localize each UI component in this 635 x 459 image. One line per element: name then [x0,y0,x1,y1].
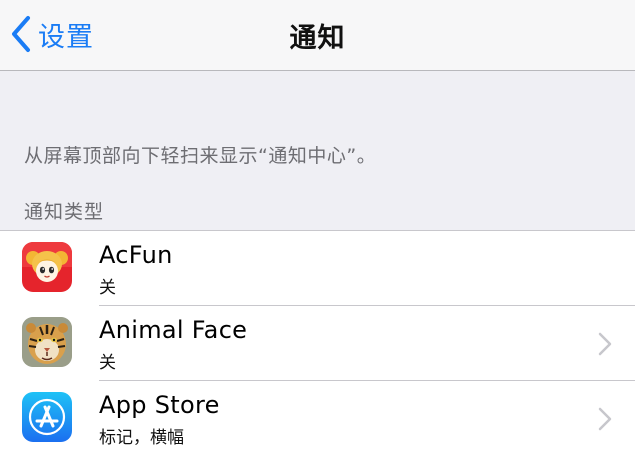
chevron-right-icon [598,332,612,356]
app-list: AcFun 关 Animal Face 关 App Store 标记，横幅 [0,230,635,459]
app-store-icon [22,392,72,442]
list-item-acfun[interactable]: AcFun 关 [0,231,635,306]
page-title: 通知 [289,23,346,54]
list-item-animal-face[interactable]: Animal Face 关 [0,306,635,381]
app-name: App Store [99,391,220,419]
app-name: Animal Face [99,316,248,344]
app-notification-status: 关 [99,353,116,373]
list-item-app-store[interactable]: App Store 标记，横幅 [0,381,635,456]
section-header: 通知类型 [24,201,105,223]
acfun-icon [22,242,72,292]
app-name: AcFun [99,241,173,269]
app-notification-status: 标记，横幅 [99,428,184,448]
chevron-right-icon [598,407,612,431]
tiger-icon [22,317,72,367]
notification-center-hint: 从屏幕顶部向下轻扫来显示“通知中心”。 [24,145,377,167]
navigation-bar: 设置 通知 [0,0,635,71]
app-notification-status: 关 [99,278,116,298]
